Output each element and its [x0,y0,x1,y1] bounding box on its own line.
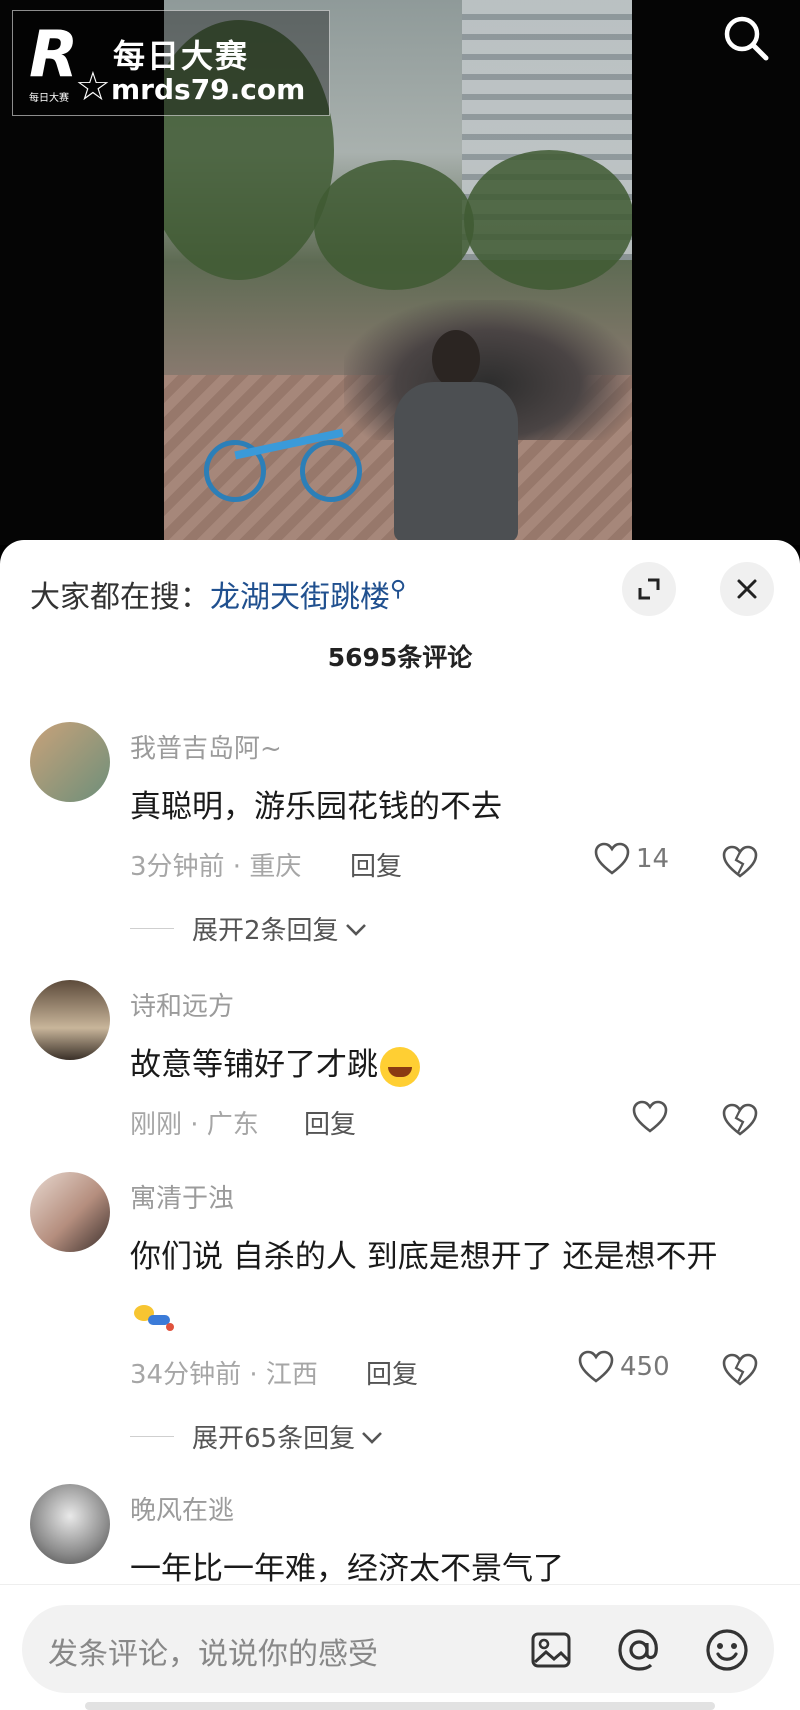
avatar[interactable] [30,980,110,1060]
expand-replies[interactable]: 展开2条回复 [130,910,369,947]
comment-input-bar: 发条评论，说说你的感受 [0,1584,800,1710]
video-bicycle [204,400,364,510]
image-icon[interactable] [528,1627,574,1673]
star-icon: ☆ [75,64,111,110]
dislike-icon[interactable] [722,844,758,880]
comment-username[interactable]: 寓清于浊 [130,1178,234,1215]
chevron-down-icon [345,923,366,936]
like-button[interactable]: 450 [578,1350,670,1384]
comment-text: 故意等铺好了才跳 [130,1047,378,1083]
comment-input-placeholder: 发条评论，说说你的感受 [48,1637,378,1672]
at-icon[interactable] [616,1627,662,1673]
comment-username[interactable]: 晚风在逃 [130,1490,234,1527]
avatar[interactable] [30,1484,110,1564]
comment-input[interactable]: 发条评论，说说你的感受 [22,1605,774,1693]
dislike-icon[interactable] [722,1352,758,1388]
comment-meta: 3分钟前 · 重庆 [130,852,302,882]
home-indicator [85,1702,715,1710]
fullscreen-button[interactable] [622,562,676,616]
logo-small-text: 每日大赛 [29,93,69,104]
heart-icon [632,1100,668,1133]
comment-sheet: 大家都在搜：龙湖天街跳楼⚲ 5695条评论 我普吉岛阿~ 真聪明，游乐园花钱的不… [0,540,800,1710]
video-tree [314,160,474,290]
divider-line [130,1436,174,1437]
heart-icon [578,1350,614,1383]
reply-button[interactable]: 回复 [366,1354,418,1391]
hot-search-keyword[interactable]: 龙湖天街跳楼 [210,580,390,615]
dislike-icon[interactable] [722,1102,758,1138]
sticker-emoji-icon [134,1304,174,1331]
comment-meta: 34分钟前 · 江西 [130,1360,318,1390]
expand-replies-label: 展开65条回复 [192,1424,356,1454]
hot-search-label: 大家都在搜： [30,580,210,615]
comment-item: 诗和远方 故意等铺好了才跳 刚刚 · 广东 回复 [0,980,800,1150]
like-button[interactable]: 14 [594,842,669,876]
comment-text: 真聪明，游乐园花钱的不去 [130,789,502,825]
comment-item: 我普吉岛阿~ 真聪明，游乐园花钱的不去 3分钟前 · 重庆 回复 14 展开2条… [0,722,800,946]
expand-replies-label: 展开2条回复 [192,916,339,946]
video-person [394,330,518,545]
close-button[interactable] [720,562,774,616]
expand-icon [638,578,660,600]
avatar[interactable] [30,722,110,802]
comment-username[interactable]: 我普吉岛阿~ [130,728,282,765]
like-count: 450 [620,1352,670,1382]
comment-text: 你们说 自杀的人 到底是想开了 还是想不开 [130,1239,718,1275]
comment-text-block: 你们说 自杀的人 到底是想开了 还是想不开 [130,1228,770,1344]
comment-count: 5695条评论 [327,643,473,672]
reply-button[interactable]: 回复 [304,1104,356,1141]
comment-text-line: 故意等铺好了才跳 [130,1036,770,1094]
heart-icon [594,842,630,875]
laugh-emoji-icon [380,1046,420,1087]
video-player[interactable]: R ☆ 每日大赛 每日大赛 mrds79.com [0,0,800,545]
watermark-logo: R ☆ 每日大赛 每日大赛 mrds79.com [12,10,330,116]
logo-brand-text: 每日大赛 [113,37,250,75]
logo-letter: R [29,18,79,92]
avatar[interactable] [30,1172,110,1252]
expand-replies[interactable]: 展开65条回复 [130,1418,385,1455]
comment-meta: 刚刚 · 广东 [130,1110,259,1140]
search-small-icon: ⚲ [390,577,407,602]
search-icon [724,16,769,61]
like-button[interactable] [632,1100,674,1134]
search-button[interactable] [720,12,772,64]
divider-line [130,928,174,929]
video-tree [464,150,632,290]
hot-search-bar[interactable]: 大家都在搜：龙湖天街跳楼⚲ [30,572,406,616]
comment-username[interactable]: 诗和远方 [130,986,234,1023]
chevron-down-icon [362,1431,383,1444]
comment-item: 寓清于浊 你们说 自杀的人 到底是想开了 还是想不开 34分钟前 · 江西 回复… [0,1172,800,1502]
close-icon [737,579,757,599]
comment-item: 晚风在逃 一年比一年难，经济太不景气了 [0,1484,800,1594]
logo-url-text: mrds79.com [111,73,306,106]
like-count: 14 [636,844,670,874]
emoji-icon[interactable] [704,1627,750,1673]
reply-button[interactable]: 回复 [350,846,402,883]
